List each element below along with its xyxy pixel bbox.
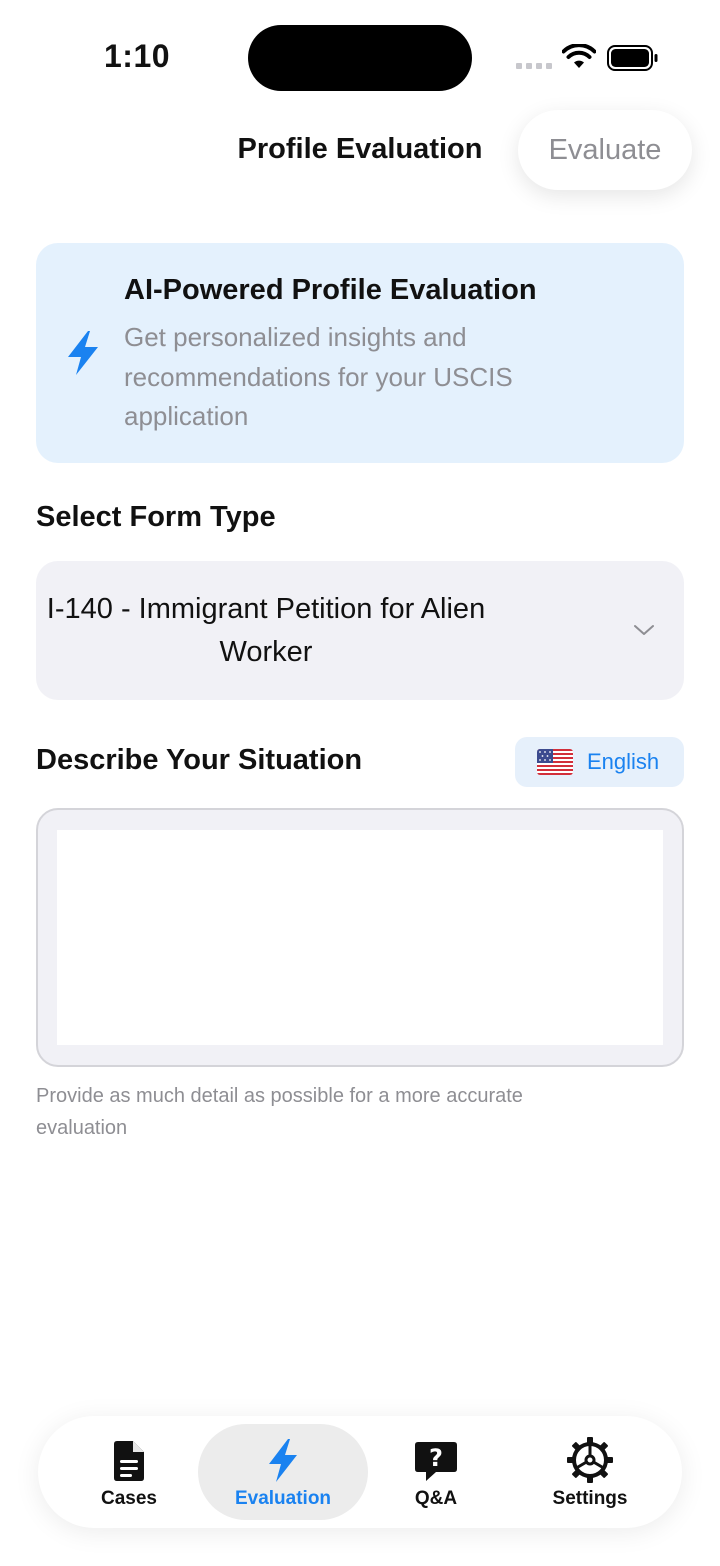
gear-icon: [567, 1437, 613, 1483]
language-label: English: [587, 749, 660, 774]
tab-qa[interactable]: ? Q&A: [351, 1424, 521, 1520]
document-icon: [114, 1441, 144, 1481]
battery-icon: [607, 45, 658, 71]
tab-label: Cases: [101, 1488, 157, 1509]
form-type-label: Select Form Type: [36, 501, 276, 533]
cellular-signal-icon: [516, 63, 552, 71]
tab-settings[interactable]: Settings: [505, 1424, 675, 1520]
evaluate-button[interactable]: Evaluate: [518, 110, 692, 190]
situation-textarea[interactable]: [57, 830, 663, 1045]
tab-label: Q&A: [414, 1488, 458, 1509]
tab-cases[interactable]: Cases: [44, 1424, 214, 1520]
situation-label: Describe Your Situation: [36, 744, 363, 776]
chevron-down-icon: [634, 625, 654, 635]
tab-label: Settings: [552, 1488, 628, 1509]
banner-description: Get personalized insights and recommenda…: [124, 322, 513, 431]
status-time: 1:10: [104, 38, 171, 74]
us-flag-icon: [537, 749, 573, 775]
tab-evaluation[interactable]: Evaluation: [198, 1424, 368, 1520]
question-bubble-icon: ?: [415, 1442, 457, 1481]
banner-title: AI-Powered Profile Evaluation: [124, 274, 537, 306]
bolt-icon: [68, 331, 98, 375]
wifi-icon: [562, 44, 596, 68]
tab-label: Evaluation: [234, 1488, 332, 1509]
situation-hint: Provide as much detail as possible for a…: [36, 1085, 523, 1139]
dynamic-island: [248, 25, 472, 91]
svg-text:?: ?: [429, 1444, 443, 1472]
form-type-selected-value: I-140 - Immigrant Petition for Alien Wor…: [46, 593, 486, 668]
bolt-icon: [269, 1439, 297, 1482]
